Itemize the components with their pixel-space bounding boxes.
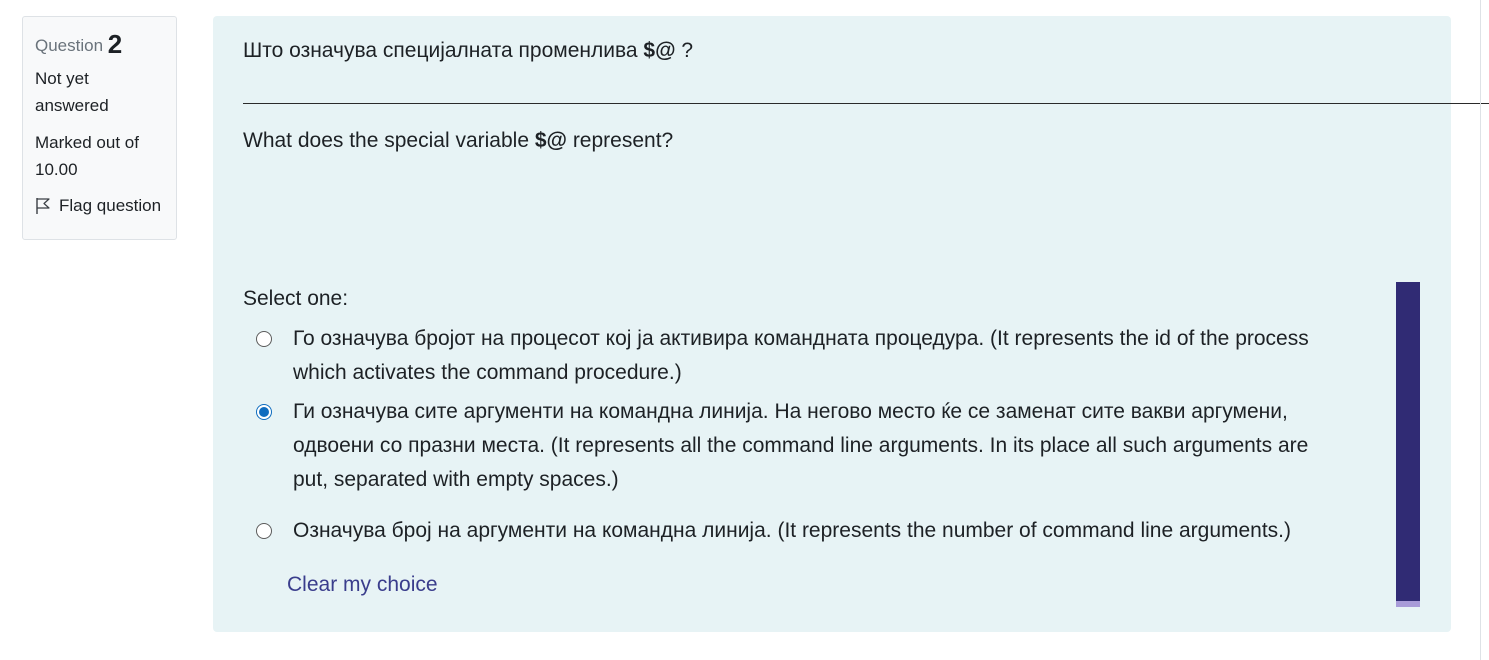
answer-option-2[interactable]: Ги означува сите аргументи на командна л… bbox=[256, 395, 1396, 497]
question-text-en-part: What does the special variable bbox=[243, 129, 535, 152]
flag-icon bbox=[36, 198, 50, 214]
answer-radio-2[interactable] bbox=[256, 404, 272, 420]
question-text-en: What does the special variable $@ repres… bbox=[243, 126, 673, 156]
grade-line-1: Marked out of bbox=[35, 133, 139, 152]
answer-1-line-2: which activates the command procedure.) bbox=[293, 361, 682, 384]
question-variable-mk: $@ bbox=[643, 39, 676, 62]
answer-2-line-2: одвоени со празни места. (It represents … bbox=[293, 434, 1309, 457]
question-grade: Marked out of 10.00 bbox=[35, 129, 176, 183]
answer-3-line-1: Означува број на аргументи на командна л… bbox=[293, 519, 1292, 542]
answer-label-3[interactable]: Означува број на аргументи на командна л… bbox=[293, 514, 1396, 548]
answer-option-1[interactable]: Го означува бројот на процесот кој ја ак… bbox=[256, 322, 1396, 390]
question-text-mk: Што означува специјалната променлива $@ … bbox=[243, 36, 693, 66]
question-number-line: Question 2 bbox=[35, 29, 176, 61]
page-right-border bbox=[1480, 0, 1481, 660]
flag-question-label: Flag question bbox=[59, 196, 162, 215]
answer-option-3[interactable]: Означува број на аргументи на командна л… bbox=[256, 514, 1396, 548]
state-line-1: Not yet bbox=[35, 69, 89, 88]
question-variable-en: $@ bbox=[534, 129, 567, 152]
question-text-en-tail: represent? bbox=[566, 129, 674, 152]
answer-2-line-3: put, separated with empty spaces.) bbox=[293, 468, 619, 491]
answer-radio-1[interactable] bbox=[256, 331, 272, 347]
answer-label-1[interactable]: Го означува бројот на процесот кој ја ак… bbox=[293, 322, 1396, 390]
clear-choice-link[interactable]: Clear my choice bbox=[287, 570, 438, 600]
question-divider bbox=[243, 103, 1489, 104]
question-text-mk-part: Што означува специјалната променлива bbox=[243, 39, 644, 62]
question-text-mk-tail: ? bbox=[675, 39, 694, 62]
question-number: 2 bbox=[107, 29, 123, 59]
answer-radio-3[interactable] bbox=[256, 523, 272, 539]
scrollbar-thumb[interactable] bbox=[1396, 282, 1420, 607]
select-one-prompt: Select one: bbox=[243, 287, 349, 310]
scrollbar-end bbox=[1396, 601, 1420, 607]
question-state: Not yet answered bbox=[35, 65, 176, 119]
quiz-page: Question 2 Not yet answered Marked out o… bbox=[0, 0, 1489, 660]
state-line-2: answered bbox=[35, 96, 109, 115]
question-content: Што означува специјалната променлива $@ … bbox=[213, 16, 1489, 632]
answer-1-line-1: Го означува бројот на процесот кој ја ак… bbox=[293, 327, 1309, 350]
flag-question-button[interactable]: Flag question bbox=[35, 196, 176, 216]
question-info-panel: Question 2 Not yet answered Marked out o… bbox=[22, 16, 177, 240]
grade-line-2: 10.00 bbox=[35, 160, 78, 179]
answer-2-line-1: Ги означува сите аргументи на командна л… bbox=[293, 400, 1288, 423]
answer-label-2[interactable]: Ги означува сите аргументи на командна л… bbox=[293, 395, 1396, 497]
question-prefix: Question bbox=[35, 36, 104, 55]
